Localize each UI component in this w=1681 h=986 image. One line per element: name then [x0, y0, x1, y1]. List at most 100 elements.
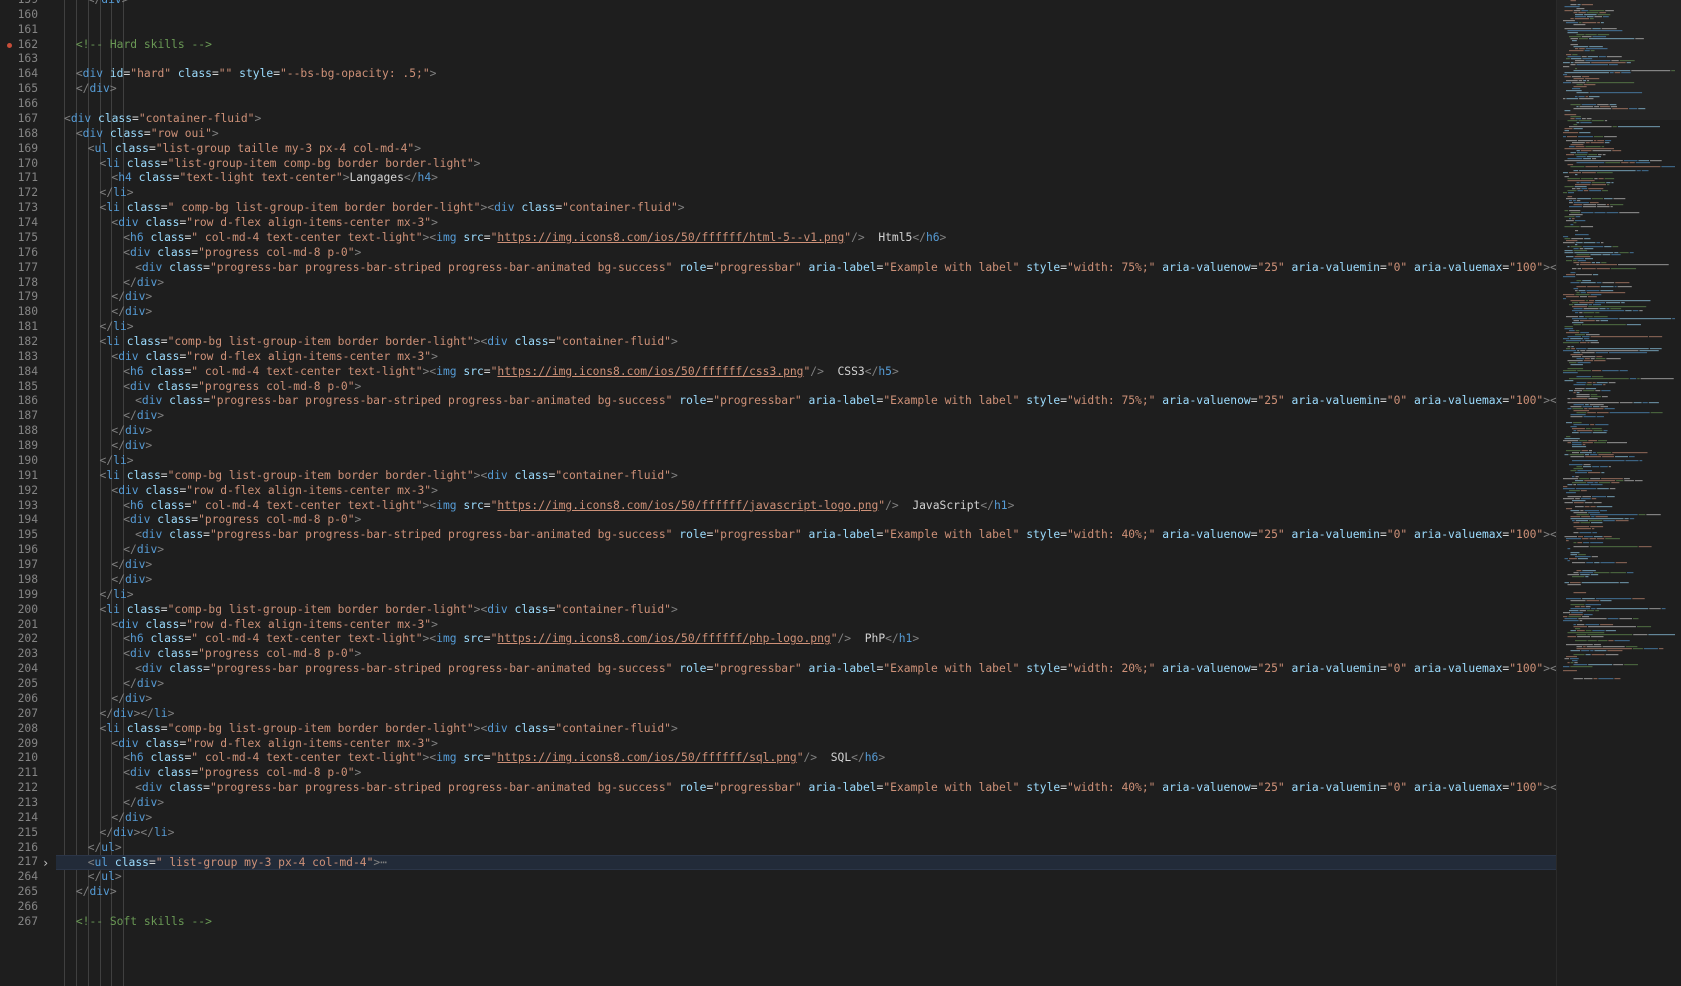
code-line[interactable]: <div class="progress-bar progress-bar-st…	[56, 394, 1556, 409]
code-token[interactable]: https://img.icons8.com/ios/50/ffffff/htm…	[497, 231, 844, 244]
code-line[interactable]: <ul class=" list-group my-3 px-4 col-md-…	[56, 855, 1556, 871]
line-number-gutter[interactable]: 1591601611621631641651661671681691701711…	[0, 0, 56, 986]
code-line[interactable]: </li>	[56, 588, 1556, 603]
code-line[interactable]: <h6 class=" col-md-4 text-center text-li…	[56, 751, 1556, 766]
minimap-line	[1563, 20, 1575, 22]
code-line[interactable]: </div>	[56, 439, 1556, 454]
code-line[interactable]: </div>	[56, 276, 1556, 291]
code-line[interactable]: <div class="row d-flex align-items-cente…	[56, 216, 1556, 231]
code-line[interactable]: <div class="row d-flex align-items-cente…	[56, 484, 1556, 499]
code-line[interactable]: <li class="comp-bg list-group-item borde…	[56, 335, 1556, 350]
code-line[interactable]: <div class="row oui">	[56, 127, 1556, 142]
code-line[interactable]: <h6 class=" col-md-4 text-center text-li…	[56, 231, 1556, 246]
code-line[interactable]: <div class="row d-flex align-items-cente…	[56, 737, 1556, 752]
code-token: ></	[1543, 528, 1556, 542]
code-line[interactable]: </div></li>	[56, 826, 1556, 841]
minimap-line	[1570, 166, 1585, 168]
code-line[interactable]: </div>	[56, 424, 1556, 439]
code-line[interactable]: </div>	[56, 82, 1556, 97]
minimap-line	[1635, 38, 1644, 40]
code-line[interactable]: </ul>	[56, 870, 1556, 885]
code-line[interactable]: <h6 class=" col-md-4 text-center text-li…	[56, 632, 1556, 647]
code-line[interactable]	[56, 97, 1556, 112]
code-token[interactable]: https://img.icons8.com/ios/50/ffffff/css…	[497, 365, 803, 378]
code-line[interactable]: <div class="container-fluid">	[56, 112, 1556, 127]
code-line[interactable]: </div>	[56, 409, 1556, 424]
code-token: aria-label	[808, 781, 877, 795]
code-line[interactable]: </div>	[56, 558, 1556, 573]
code-line[interactable]: </div>	[56, 0, 1556, 8]
code-line[interactable]: </div>	[56, 811, 1556, 826]
code-line[interactable]: <li class="comp-bg list-group-item borde…	[56, 722, 1556, 737]
minimap-line	[1576, 106, 1579, 108]
minimap-line	[1573, 128, 1583, 130]
code-line[interactable]: </div></li>	[56, 707, 1556, 722]
code-line[interactable]: </div>	[56, 796, 1556, 811]
code-line[interactable]: <li class=" comp-bg list-group-item bord…	[56, 201, 1556, 216]
minimap-line	[1584, 454, 1590, 456]
code-line[interactable]: <!-- Hard skills -->	[56, 38, 1556, 53]
minimap-line	[1594, 562, 1600, 564]
minimap-line	[1595, 300, 1651, 302]
code-line[interactable]: </div>	[56, 677, 1556, 692]
code-line[interactable]: <div class="progress-bar progress-bar-st…	[56, 662, 1556, 677]
breakpoint-dot-icon[interactable]	[7, 42, 12, 48]
code-line[interactable]: </li>	[56, 186, 1556, 201]
code-line[interactable]: </div>	[56, 692, 1556, 707]
code-line[interactable]: </div>	[56, 290, 1556, 305]
code-line[interactable]: <h6 class=" col-md-4 text-center text-li…	[56, 365, 1556, 380]
minimap-line	[1566, 198, 1577, 200]
code-line[interactable]: <div class="row d-flex align-items-cente…	[56, 618, 1556, 633]
code-line[interactable]: <div class="progress-bar progress-bar-st…	[56, 528, 1556, 543]
code-line[interactable]: <div class="row d-flex align-items-cente…	[56, 350, 1556, 365]
code-line[interactable]: <div class="progress col-md-8 p-0">	[56, 766, 1556, 781]
code-line[interactable]: </div>	[56, 573, 1556, 588]
minimap-line	[1566, 140, 1577, 142]
code-line[interactable]: <div class="progress col-md-8 p-0">	[56, 647, 1556, 662]
code-line[interactable]: <div class="progress col-md-8 p-0">	[56, 246, 1556, 261]
code-line[interactable]: </div>	[56, 885, 1556, 900]
code-line[interactable]: <div class="progress col-md-8 p-0">	[56, 380, 1556, 395]
code-line[interactable]: <div class="progress-bar progress-bar-st…	[56, 781, 1556, 796]
code-line[interactable]: <li class="comp-bg list-group-item borde…	[56, 469, 1556, 484]
code-editor[interactable]: 1591601611621631641651661671681691701711…	[0, 0, 1556, 986]
code-line[interactable]: <div class="progress-bar progress-bar-st…	[56, 261, 1556, 276]
code-line[interactable]	[56, 900, 1556, 915]
code-line[interactable]	[56, 52, 1556, 67]
code-token[interactable]: https://img.icons8.com/ios/50/ffffff/sql…	[497, 751, 796, 764]
minimap-line	[1573, 484, 1577, 486]
minimap[interactable]	[1556, 0, 1681, 986]
minimap-line	[1573, 546, 1589, 548]
code-line[interactable]: <li class="list-group-item comp-bg borde…	[56, 157, 1556, 172]
code-token: =	[160, 335, 168, 348]
code-area[interactable]: </div> <!-- Hard skills --> <div id="hard"…	[56, 0, 1556, 986]
code-line[interactable]: </div>	[56, 543, 1556, 558]
code-line[interactable]: <!-- Soft skills -->	[56, 915, 1556, 930]
code-line[interactable]: </div>	[56, 305, 1556, 320]
code-line[interactable]	[56, 8, 1556, 23]
code-token: ></	[133, 706, 154, 720]
minimap-line	[1569, 454, 1584, 456]
minimap-line	[1601, 396, 1608, 398]
line-number: 162	[17, 37, 38, 51]
code-line[interactable]: <div id="hard" class="" style="--bs-bg-o…	[56, 67, 1556, 82]
code-line[interactable]: <div class="progress col-md-8 p-0">	[56, 513, 1556, 528]
code-line[interactable]: <ul class="list-group taille my-3 px-4 c…	[56, 142, 1556, 157]
code-token[interactable]: https://img.icons8.com/ios/50/ffffff/php…	[497, 632, 830, 645]
code-line[interactable]: <h6 class=" col-md-4 text-center text-li…	[56, 499, 1556, 514]
chevron-right-icon[interactable]: ›	[42, 855, 49, 871]
code-line[interactable]: </li>	[56, 454, 1556, 469]
minimap-line	[1572, 40, 1577, 42]
minimap-line	[1629, 108, 1638, 110]
minimap-line	[1582, 172, 1596, 174]
code-line[interactable]: </li>	[56, 320, 1556, 335]
code-token: h6	[925, 230, 940, 244]
code-token: div	[82, 67, 104, 81]
code-line[interactable]: <h4 class="text-light text-center">Langa…	[56, 171, 1556, 186]
code-line[interactable]	[56, 23, 1556, 38]
code-token[interactable]: https://img.icons8.com/ios/50/ffffff/jav…	[497, 499, 878, 512]
code-token: aria-label	[808, 260, 877, 274]
code-line[interactable]: </ul>	[56, 841, 1556, 856]
code-line[interactable]: <li class="comp-bg list-group-item borde…	[56, 603, 1556, 618]
